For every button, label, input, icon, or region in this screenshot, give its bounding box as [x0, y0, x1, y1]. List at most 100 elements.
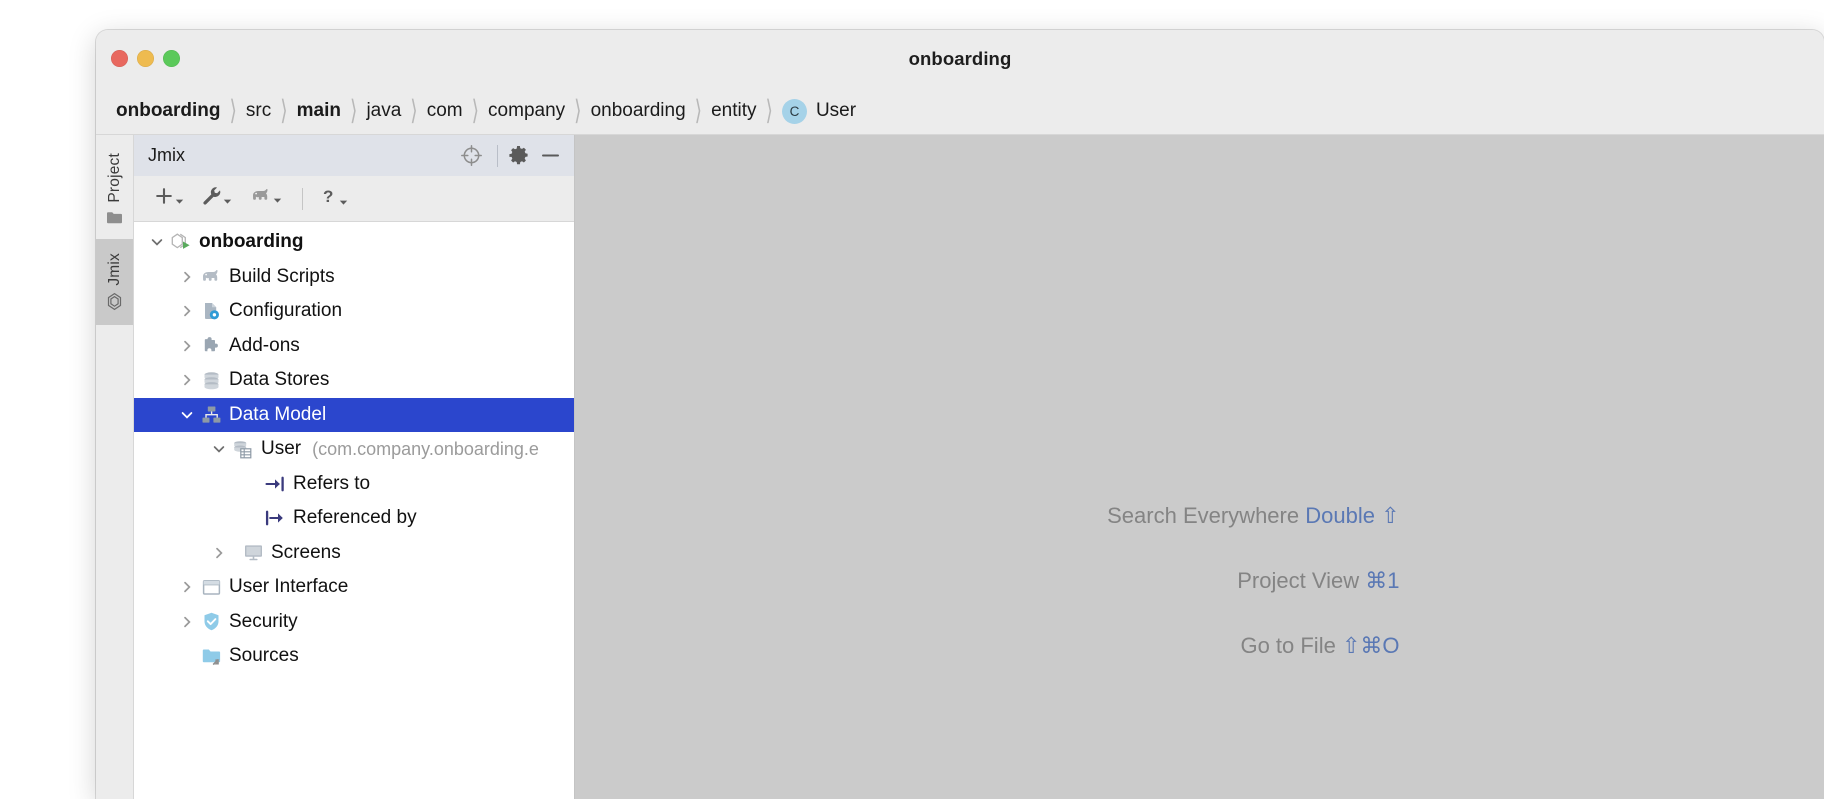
chevron-right-icon[interactable]	[176, 270, 198, 284]
tree-node-label: Refers to	[293, 472, 371, 494]
tree-node-label: User	[261, 438, 302, 460]
breadcrumb-item-com[interactable]: com	[427, 100, 463, 122]
chevron-right-icon[interactable]	[176, 615, 198, 629]
help-button[interactable]: ?	[314, 184, 355, 214]
tree-node-security[interactable]: Security	[134, 605, 574, 640]
elephant-icon	[250, 187, 272, 210]
tree-node-add-ons[interactable]: Add-ons	[134, 329, 574, 364]
breadcrumb-item-user-label: User	[815, 100, 857, 121]
tree-node-onboarding[interactable]: onboarding	[134, 225, 574, 260]
tree-node-label: onboarding	[199, 231, 304, 253]
tree-node-label: Configuration	[229, 300, 343, 322]
breadcrumb-separator-icon: ⟩	[765, 95, 773, 127]
hint-label: Project View	[1237, 568, 1360, 593]
database-icon	[198, 370, 224, 391]
chevron-down-icon	[339, 193, 348, 211]
chevron-down-icon[interactable]	[146, 235, 168, 249]
breadcrumb-item-src[interactable]: src	[246, 100, 271, 122]
tree-node-data-model[interactable]: Data Model	[134, 397, 574, 432]
sidebar-item-project[interactable]: Project	[96, 139, 133, 239]
chevron-right-icon[interactable]	[208, 546, 230, 560]
chevron-down-icon[interactable]	[176, 408, 198, 422]
svg-text:?: ?	[323, 187, 333, 206]
minimize-icon[interactable]	[539, 144, 562, 167]
tree-node-data-stores[interactable]: Data Stores	[134, 363, 574, 398]
hint-shortcut: ⇧⌘O	[1341, 633, 1400, 658]
question-icon: ?	[321, 186, 338, 212]
breadcrumb-separator-icon: ⟩	[471, 95, 480, 127]
elephant-icon	[198, 268, 224, 286]
tree-node-refers-to[interactable]: Refers to	[134, 467, 574, 502]
entity-icon	[230, 439, 256, 460]
class-badge-icon: C	[781, 98, 807, 124]
tree-node-package: (com.company.onboarding.e	[312, 438, 539, 459]
data-model-icon	[198, 405, 224, 425]
chevron-right-icon[interactable]	[176, 304, 198, 318]
refers-to-icon	[262, 475, 288, 493]
tree-node-user-entity[interactable]: User (com.company.onboarding.e	[134, 432, 574, 467]
tree-node-label: Build Scripts	[229, 265, 335, 287]
hint-search-everywhere: Search Everywhere Double ⇧	[1000, 503, 1399, 529]
tree-node-user-interface[interactable]: User Interface	[134, 570, 574, 605]
breadcrumb-item-user[interactable]: C User	[781, 98, 857, 124]
addon-icon	[198, 335, 224, 356]
tree-node-label: Add-ons	[229, 334, 300, 356]
new-button[interactable]	[147, 184, 191, 213]
jmix-tool-window-title: Jmix	[148, 145, 185, 165]
sidebar-item-jmix[interactable]: Jmix	[96, 238, 133, 326]
chevron-right-icon[interactable]	[176, 339, 198, 353]
gradle-button[interactable]	[243, 185, 289, 212]
jmix-project-tree[interactable]: onboarding Build Scripts Configuration A…	[134, 222, 574, 799]
toolbar-separator	[302, 187, 303, 210]
configuration-icon	[198, 301, 224, 322]
jmix-toolbar: ?	[134, 176, 574, 222]
sources-folder-icon	[198, 647, 224, 666]
jmix-tool-window-header: Jmix	[134, 135, 574, 176]
tree-node-configuration[interactable]: Configuration	[134, 294, 574, 329]
shield-icon	[198, 611, 224, 632]
tree-node-referenced-by[interactable]: Referenced by	[134, 501, 574, 536]
breadcrumb-separator-icon: ⟩	[280, 95, 288, 127]
locate-icon[interactable]	[460, 144, 483, 167]
ide-body: Project Jmix Jmix ? onboarding Build Scr…	[96, 135, 1824, 799]
hint-shortcut: ⌘1	[1365, 568, 1400, 593]
jmix-icon	[105, 292, 124, 316]
editor-empty-area[interactable]: Search Everywhere Double ⇧ Project View …	[575, 135, 1824, 799]
hint-label: Go to File	[1240, 633, 1336, 658]
tree-node-screens[interactable]: Screens	[134, 536, 574, 571]
wrench-icon	[202, 186, 222, 211]
chevron-right-icon[interactable]	[176, 373, 198, 387]
tree-node-label: Data Stores	[229, 369, 330, 391]
editor-hints: Search Everywhere Double ⇧ Project View …	[575, 503, 1824, 698]
plus-icon	[154, 186, 174, 211]
breadcrumb: onboarding ⟩ src ⟩ main ⟩ java ⟩ com ⟩ c…	[96, 88, 1824, 135]
breadcrumb-item-onboarding-pkg[interactable]: onboarding	[591, 100, 686, 122]
breadcrumb-item-company[interactable]: company	[488, 100, 565, 122]
tree-node-build-scripts[interactable]: Build Scripts	[134, 260, 574, 295]
breadcrumb-separator-icon: ⟩	[694, 95, 703, 127]
breadcrumb-item-java[interactable]: java	[366, 100, 401, 122]
sidebar-item-jmix-label: Jmix	[105, 252, 123, 286]
jmix-tool-window: Jmix ? onboarding Build Scripts Configur…	[134, 135, 575, 799]
breadcrumb-item-main[interactable]: main	[297, 100, 341, 122]
header-divider	[497, 144, 498, 167]
folder-icon	[106, 210, 123, 230]
tool-window-stripe-left: Project Jmix	[96, 135, 134, 799]
window-title: onboarding	[908, 48, 1012, 69]
tree-node-sources[interactable]: Sources	[134, 639, 574, 674]
chevron-right-icon[interactable]	[176, 580, 198, 594]
breadcrumb-item-onboarding[interactable]: onboarding	[116, 100, 220, 122]
referenced-by-icon	[262, 509, 288, 527]
tree-node-label: Sources	[229, 645, 299, 667]
chevron-down-icon[interactable]	[208, 442, 230, 456]
tree-node-label: Data Model	[229, 403, 327, 425]
desktop-background: onboarding onboarding ⟩ src ⟩ main ⟩ jav…	[0, 0, 1824, 799]
breadcrumb-item-entity[interactable]: entity	[711, 100, 756, 122]
breadcrumb-separator-icon: ⟩	[574, 95, 582, 127]
chevron-down-icon	[223, 192, 232, 210]
jmix-project-icon	[168, 232, 194, 252]
gear-icon[interactable]	[508, 145, 529, 166]
tree-node-label: User Interface	[229, 576, 349, 598]
tree-node-label: Security	[229, 610, 298, 632]
tools-button[interactable]	[195, 184, 239, 213]
